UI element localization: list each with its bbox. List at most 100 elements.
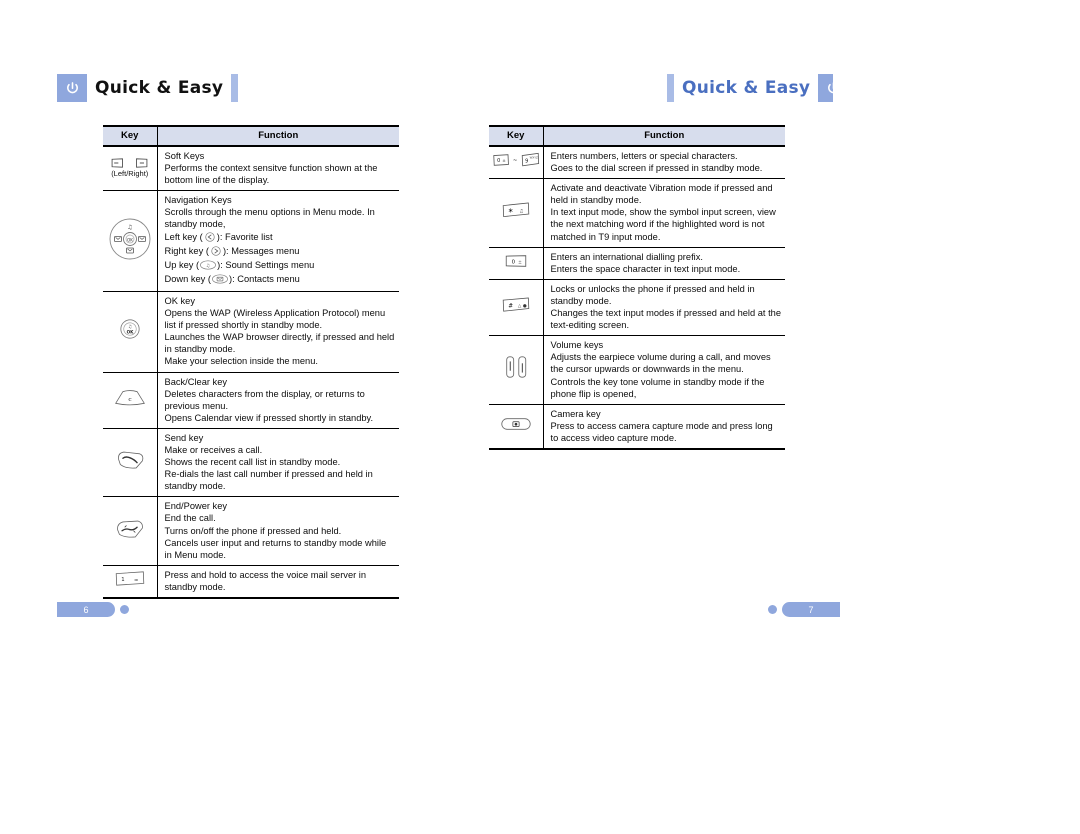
ok-key-icon: ♫ OK [119, 318, 141, 340]
function-line: Launches the WAP browser directly, if pr… [164, 332, 395, 355]
function-cell: Navigation Keys Scrolls through the menu… [157, 190, 399, 292]
table-row: Send key Make or receives a call. Shows … [103, 428, 399, 498]
function-line: Press to access camera capture mode and … [550, 420, 773, 443]
left-header-title-box: Quick & Easy [87, 74, 232, 102]
svg-text:~: ~ [513, 158, 517, 164]
svg-text:±: ± [518, 259, 522, 265]
function-line: Controls the key tone volume in standby … [550, 376, 765, 399]
function-cell: OK key Opens the WAP (Wireless Applicati… [157, 291, 399, 373]
table-row: Volume keys Adjusts the earpiece volume … [489, 335, 785, 405]
table-row: # △ ● Locks or unlocks the phone if pres… [489, 279, 785, 337]
right-key-function-table: Key Function 0 ± ~ 9 WXYZ Enters numbers… [489, 125, 785, 450]
camera-key-icon [500, 416, 532, 432]
function-line: End the call. [164, 513, 216, 524]
key-cell [103, 428, 158, 498]
right-header-divider [667, 74, 674, 102]
function-line: Locks or unlocks the phone if pressed an… [550, 283, 755, 306]
function-line: In text input mode, show the symbol inpu… [550, 207, 776, 242]
up-key-icon: ♫ [200, 260, 217, 273]
table-row: 0 ± Enters an international dialling pre… [489, 247, 785, 280]
svg-text:✉: ✉ [134, 578, 138, 583]
table-header-row: Key Function [103, 125, 399, 147]
key-cell: 0 ± [489, 247, 544, 280]
left-page-number: 6 [57, 602, 115, 617]
table-row: End/Power key End the call. Turns on/off… [103, 496, 399, 566]
table-row: c Back/Clear key Deletes characters from… [103, 372, 399, 429]
function-cell: Press and hold to access the voice mail … [157, 565, 399, 599]
svg-text:∗: ∗ [508, 207, 514, 215]
function-line: Changes the text input modes if pressed … [550, 308, 782, 331]
right-arrow-key-icon [210, 246, 222, 259]
function-line: Send key [164, 432, 204, 443]
left-header-title: Quick & Easy [95, 77, 224, 98]
column-header-key: Key [103, 125, 158, 147]
key-cell: 1 ✉ [103, 565, 158, 599]
svg-text:9: 9 [525, 159, 528, 165]
end-power-key-icon [115, 519, 145, 539]
column-header-function: Function [543, 125, 785, 147]
function-cell: End/Power key End the call. Turns on/off… [157, 496, 399, 566]
function-line: Press and hold to access the voice mail … [164, 569, 367, 592]
function-line: Enters an international dialling prefix. [550, 251, 703, 262]
key-cell [489, 335, 544, 405]
svg-text:♫: ♫ [519, 209, 523, 215]
svg-text:#: # [508, 304, 513, 310]
table-row: OK ♫ Navigation Keys Scrolls through the… [103, 190, 399, 292]
manual-spread: Quick & Easy Quick & Easy Key Function (… [0, 0, 1080, 834]
table-row: ♫ OK OK key Opens the WAP (Wireless Appl… [103, 291, 399, 373]
key-cell: # △ ● [489, 279, 544, 337]
power-icon [57, 74, 87, 102]
function-line: Camera key [550, 408, 601, 419]
voicemail-key-icon: 1 ✉ [114, 570, 146, 587]
table-header-row: Key Function [489, 125, 785, 147]
volume-keys-icon [500, 354, 532, 380]
function-line-up-key: Up key (♫): Sound Settings menu [165, 259, 397, 273]
function-line: Soft Keys [164, 151, 205, 161]
key-cell: OK ♫ [103, 190, 158, 292]
function-line: Volume keys [550, 340, 604, 351]
function-line: Re-dials the last call number if pressed… [164, 469, 373, 492]
table-row: Camera key Press to access camera captur… [489, 404, 785, 450]
function-line: Cancels user input and returns to standb… [164, 537, 387, 560]
zero-key-icon: 0 ± [504, 253, 528, 269]
svg-text:0: 0 [511, 259, 515, 265]
left-page-header: Quick & Easy [57, 74, 239, 102]
column-header-key: Key [489, 125, 544, 147]
footer-dot [768, 605, 777, 614]
svg-text:1: 1 [121, 578, 124, 584]
table-row: 1 ✉ Press and hold to access the voice m… [103, 565, 399, 599]
footer-dot [120, 605, 129, 614]
right-page-footer: 7 [768, 602, 840, 617]
key-cell [103, 496, 158, 566]
function-line: Scrolls through the menu options in Menu… [164, 207, 375, 230]
function-line: Enters the space character in text input… [550, 263, 741, 274]
svg-text:0: 0 [497, 158, 500, 164]
key-cell: ∗ ♫ [489, 178, 544, 248]
soft-keys-caption: (Left/Right) [111, 168, 149, 178]
function-line: End/Power key [164, 501, 228, 512]
key-cell: ♫ OK [103, 291, 158, 373]
soft-keys-icon: (Left/Right) [110, 157, 149, 179]
function-line: Goes to the dial screen if pressed in st… [550, 163, 763, 174]
function-line: OK key [164, 295, 195, 306]
key-cell: c [103, 372, 158, 429]
function-line: Make your selection inside the menu. [164, 356, 318, 367]
svg-text:±: ± [502, 158, 505, 163]
hash-key-icon: # △ ● [501, 296, 531, 314]
svg-text:OK: OK [127, 237, 133, 242]
svg-text:OK: OK [126, 330, 134, 335]
function-line: Opens the WAP (Wireless Application Prot… [164, 308, 386, 331]
svg-text:WXYZ: WXYZ [529, 156, 537, 160]
function-line: Activate and deactivate Vibration mode i… [550, 183, 773, 206]
function-cell: Activate and deactivate Vibration mode i… [543, 178, 785, 248]
left-arrow-key-icon [204, 231, 216, 245]
function-cell: Soft Keys Performs the context sensitve … [157, 146, 399, 192]
key-cell: 0 ± ~ 9 WXYZ [489, 146, 544, 180]
function-line: Enters numbers, letters or special chara… [550, 151, 738, 161]
column-header-function: Function [157, 125, 399, 147]
down-key-icon [212, 274, 228, 287]
send-key-icon [115, 450, 145, 470]
function-line: Back/Clear key [164, 376, 228, 387]
function-line-left-key: Left key (): Favorite list [165, 231, 397, 245]
table-row: 0 ± ~ 9 WXYZ Enters numbers, letters or … [489, 146, 785, 180]
